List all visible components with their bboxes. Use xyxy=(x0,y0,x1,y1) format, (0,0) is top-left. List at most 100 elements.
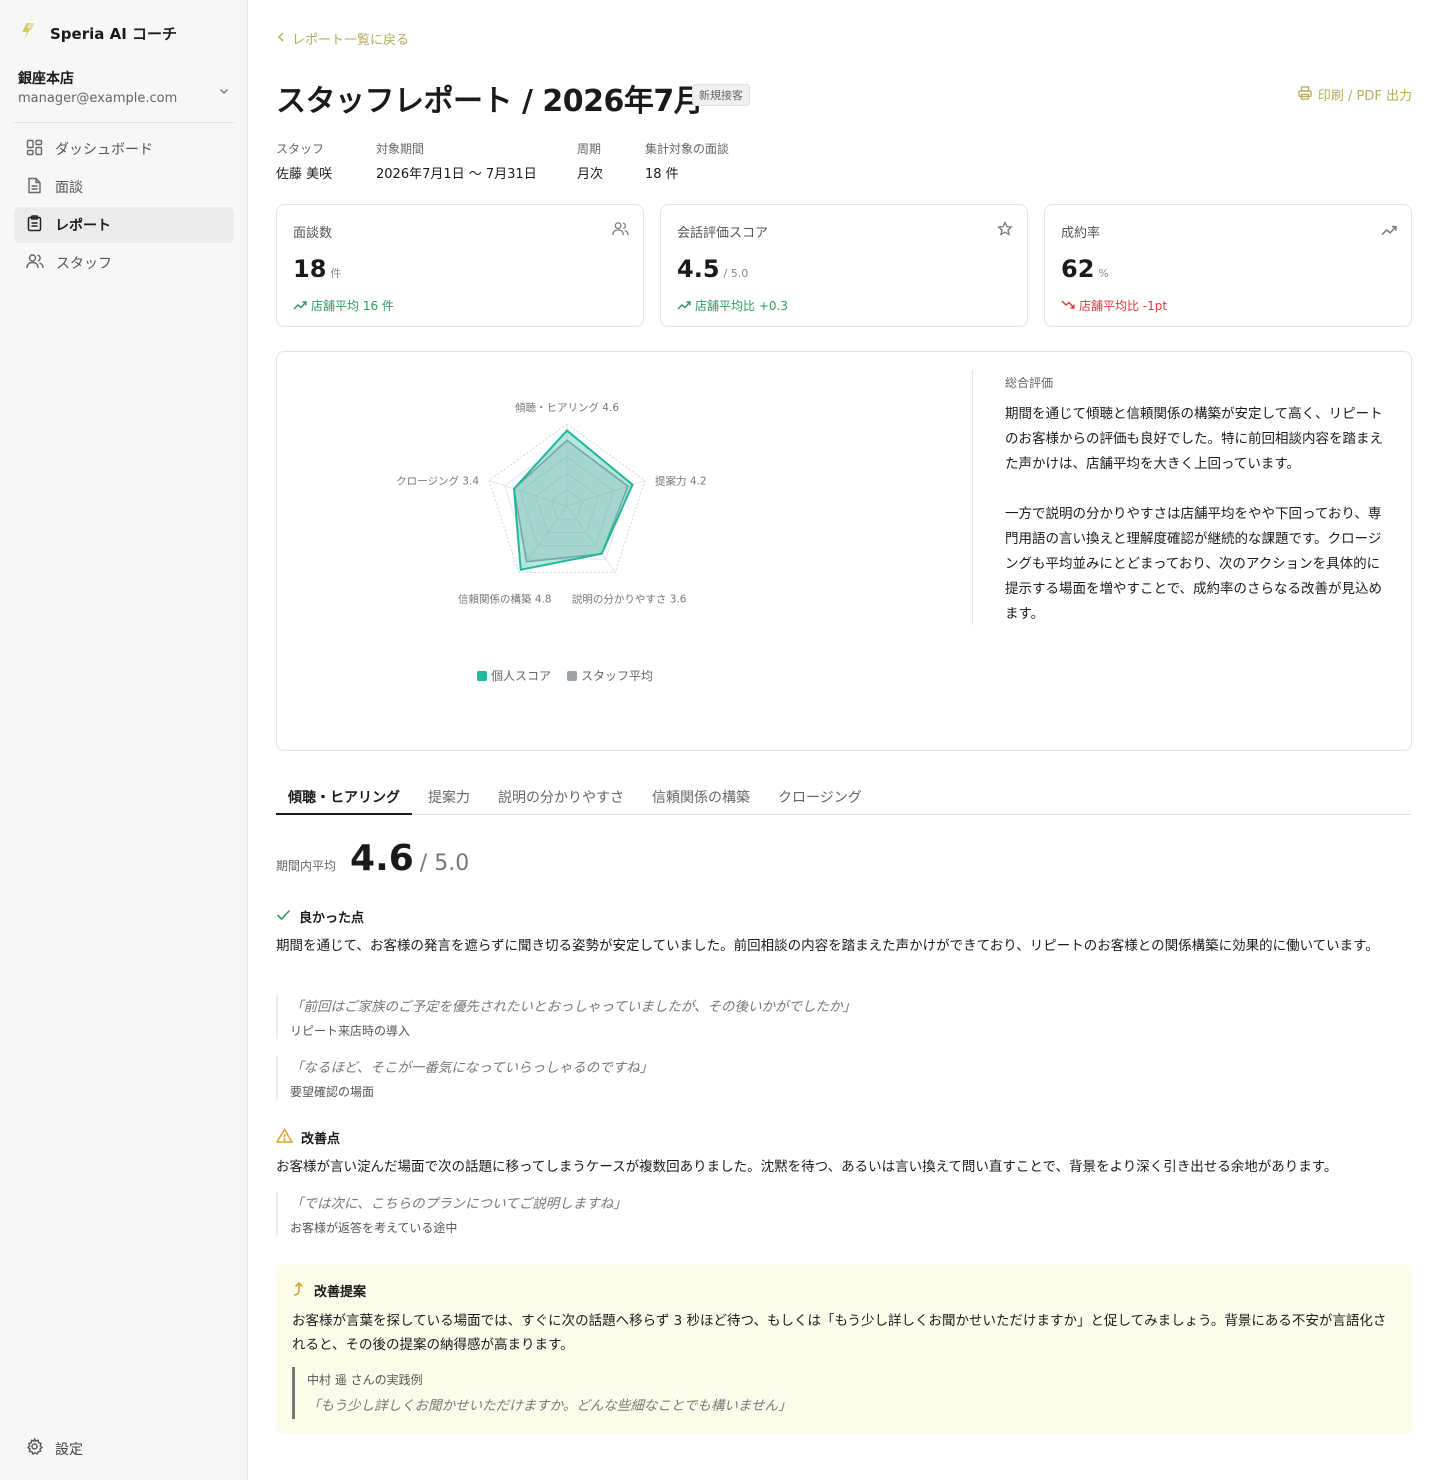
chevron-left-icon xyxy=(276,31,286,47)
meta-staff: スタッフ 佐藤 美咲 xyxy=(276,140,332,182)
quote-context: リピート来店時の導入 xyxy=(290,1024,411,1038)
radar-chart: 傾聴・ヒアリング 4.6 提案力 4.2 説明の分かりやすさ 3.6 信頼関係の構築 … xyxy=(396,401,707,683)
users-icon xyxy=(612,221,629,241)
suggestion-text: お客様が言葉を探している場面では、すぐに次の話題へ移らず 3 秒ほど待つ、もしく… xyxy=(292,1313,1387,1353)
overall-label: 総合評価 xyxy=(1005,376,1054,390)
sidebar-nav: ダッシュボード 面談 レポート スタッフ xyxy=(14,131,234,283)
sidebar-item-settings[interactable]: 設定 xyxy=(26,1437,83,1459)
tab-listening[interactable]: 傾聴・ヒアリング xyxy=(276,780,412,815)
page-title: スタッフレポート / 2026年7月 xyxy=(276,84,704,119)
kpi-unit: 件 xyxy=(330,267,342,280)
brand[interactable]: Speria AI コーチ xyxy=(20,22,177,44)
sidebar-item-label: レポート xyxy=(55,218,111,234)
good-points-text: 期間を通じて、お客様の発言を遮らずに聞き切る姿勢が安定していました。前回相談の内… xyxy=(276,938,1379,954)
radar-axis-label: 傾聴・ヒアリング 4.6 xyxy=(515,401,619,414)
kpi-trend-text: 店舗平均比 +0.3 xyxy=(695,299,788,313)
sidebar-item-label: 面談 xyxy=(55,180,83,196)
clipboard-icon xyxy=(26,214,43,236)
store-switcher[interactable]: 銀座本店 manager@example.com xyxy=(18,68,234,106)
example-quote: 中村 遥 さんの実践例 「もう少し詳しくお聞かせいただけますか。どんな些細なこと… xyxy=(292,1367,852,1419)
radar-axis-label: クロージング 3.4 xyxy=(396,475,479,488)
sidebar-item-label: スタッフ xyxy=(56,256,112,272)
sidebar: Speria AI コーチ 銀座本店 manager@example.com ダ… xyxy=(0,0,248,1480)
print-button[interactable]: 印刷 / PDF 出力 xyxy=(1298,85,1412,104)
kpi-value: 18 件 xyxy=(293,255,341,283)
sidebar-item-reports[interactable]: レポート xyxy=(14,207,234,243)
star-icon xyxy=(997,220,1013,241)
meta-label: 対象期間 xyxy=(376,142,425,156)
quote-context: お客様が返答を考えている途中 xyxy=(290,1221,458,1235)
kpi-value: 62% xyxy=(1061,255,1109,283)
quote-text: 「なるほど、そこが一番気になっていらっしゃるのですね」 xyxy=(290,1060,654,1076)
store-email: manager@example.com xyxy=(18,91,178,106)
radar-chart-card: 傾聴・ヒアリング 4.6 提案力 4.2 説明の分かりやすさ 3.6 信頼関係の構築 … xyxy=(276,351,1412,751)
legend-label: スタッフ平均 xyxy=(581,669,653,683)
meta-label: 周期 xyxy=(577,142,602,156)
arrow-up-icon xyxy=(292,1281,306,1300)
sidebar-item-dashboard[interactable]: ダッシュボード xyxy=(14,131,234,167)
sidebar-item-interviews[interactable]: 面談 xyxy=(14,169,234,205)
kpi-trend: 店舗平均比 -1pt xyxy=(1061,297,1167,314)
kpi-trend-text: 店舗平均 16 件 xyxy=(311,299,394,313)
quote-item: 「なるほど、そこが一番気になっていらっしゃるのですね」 要望確認の場面 xyxy=(276,1056,976,1100)
suggestion-heading: 改善提案 xyxy=(292,1281,366,1300)
sidebar-item-staff[interactable]: スタッフ xyxy=(14,245,234,281)
meta-value: 2026年7月1日 〜 7月31日 xyxy=(376,167,537,182)
kpi-number: 62 xyxy=(1061,255,1095,283)
suggestion-box: 改善提案 お客様が言葉を探している場面では、すぐに次の話題へ移らず 3 秒ほど待… xyxy=(276,1264,1412,1434)
back-link-label: レポート一覧に戻る xyxy=(292,33,410,48)
users-icon xyxy=(26,253,44,274)
kpi-unit: % xyxy=(1098,267,1109,280)
kpi-number: 4.5 xyxy=(677,255,720,283)
kpi-trend: 店舗平均比 +0.3 xyxy=(677,297,788,314)
category-badge: 新規接客 xyxy=(692,84,750,106)
sidebar-divider xyxy=(14,122,234,123)
settings-label: 設定 xyxy=(55,1441,83,1458)
tab-clarity[interactable]: 説明の分かりやすさ xyxy=(486,780,636,815)
overall-text: 期間を通じて傾聴と信頼関係の構築が安定して高く、リピートのお客様からの評価も良好… xyxy=(1005,406,1383,622)
improvement-text: お客様が言い淀んだ場面で次の話題に移ってしまうケースが複数回ありました。沈黙を待… xyxy=(276,1159,1338,1175)
suggestion-title: 改善提案 xyxy=(314,1285,367,1300)
meta-value: 月次 xyxy=(577,167,604,182)
check-icon xyxy=(276,909,291,925)
printer-icon xyxy=(1298,85,1312,104)
radar-axis-label: 信頼関係の構築 4.8 xyxy=(458,592,552,605)
avg-of: / 5.0 xyxy=(419,851,470,876)
store-name: 銀座本店 xyxy=(18,71,74,87)
quote-text: 「では次に、こちらのプランについてご説明しますね」 xyxy=(290,1196,627,1212)
kpi-value: 4.5/ 5.0 xyxy=(677,255,748,283)
kpi-trend: 店舗平均 16 件 xyxy=(293,297,394,314)
avg-label: 期間内平均 xyxy=(276,859,337,873)
warning-icon xyxy=(275,1128,294,1147)
kpi-label: 成約率 xyxy=(1061,226,1101,241)
good-points-heading: 良かった点 xyxy=(276,907,364,926)
meta-value: 18 件 xyxy=(645,167,679,182)
print-button-label: 印刷 / PDF 出力 xyxy=(1317,89,1412,104)
trending-up-icon xyxy=(677,299,691,313)
sidebar-item-label: ダッシュボード xyxy=(55,142,153,158)
improvement-title: 改善点 xyxy=(301,1132,341,1147)
kpi-label: 会話評価スコア xyxy=(677,226,769,241)
overall-evaluation: 総合評価 期間を通じて傾聴と信頼関係の構築が安定して高く、リピートのお客様からの… xyxy=(1005,374,1390,627)
trending-up-icon xyxy=(1381,221,1397,240)
radar-axis-label: 提案力 4.2 xyxy=(655,475,707,488)
tab-closing[interactable]: クロージング xyxy=(766,780,874,815)
back-link[interactable]: レポート一覧に戻る xyxy=(276,29,409,48)
quote-context: 要望確認の場面 xyxy=(290,1085,375,1099)
kpi-label: 面談数 xyxy=(293,226,333,241)
tab-trust[interactable]: 信頼関係の構築 xyxy=(640,780,762,815)
quote-item: 「では次に、こちらのプランについてご説明しますね」 お客様が返答を考えている途中 xyxy=(276,1192,976,1236)
dashboard-icon xyxy=(26,139,43,160)
legend-label: 個人スコア xyxy=(491,669,551,683)
meta-interview-count: 集計対象の面談 18 件 xyxy=(645,140,729,182)
meta-period: 対象期間 2026年7月1日 〜 7月31日 xyxy=(376,140,537,182)
period-average: 期間内平均 4.6 / 5.0 xyxy=(276,838,469,879)
meta-label: 集計対象の面談 xyxy=(645,142,730,156)
vertical-divider xyxy=(972,370,973,625)
logo-icon xyxy=(20,22,38,44)
tab-proposal[interactable]: 提案力 xyxy=(416,780,482,815)
trending-up-icon xyxy=(293,299,307,313)
kpi-unit: / 5.0 xyxy=(723,267,749,280)
skill-tabs: 傾聴・ヒアリング 提案力 説明の分かりやすさ 信頼関係の構築 クロージング xyxy=(276,780,1412,815)
improvement-heading: 改善点 xyxy=(275,1128,341,1147)
